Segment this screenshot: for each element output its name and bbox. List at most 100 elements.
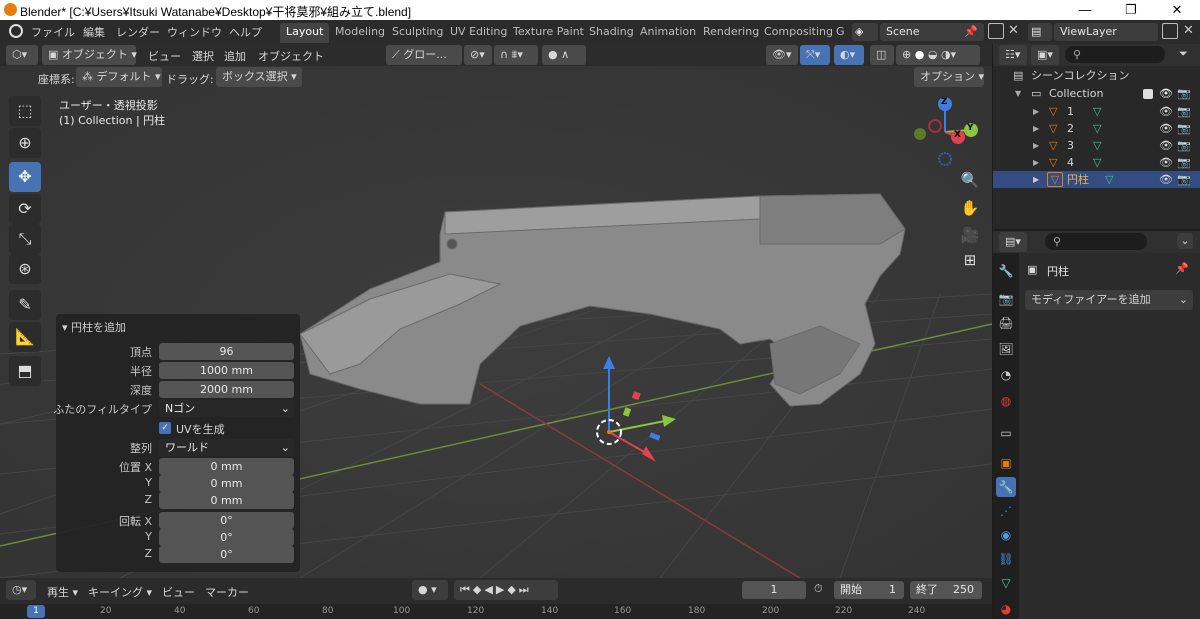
menu-add[interactable]: 追加 bbox=[224, 48, 246, 64]
generate-uv-checkbox[interactable]: ✓ bbox=[159, 422, 171, 434]
camera-view-icon[interactable]: 🎥 bbox=[958, 223, 982, 247]
output-tab-icon[interactable]: 🖨 bbox=[996, 313, 1016, 333]
timeline-view-menu[interactable]: ビュー bbox=[162, 584, 195, 600]
expand-chevron-icon[interactable]: ▶ bbox=[1033, 137, 1039, 154]
redo-panel-header[interactable]: ▾ 円柱を追加 bbox=[62, 319, 126, 335]
pivot-point-button[interactable]: ⊘▾ bbox=[464, 45, 492, 65]
menu-select[interactable]: 選択 bbox=[192, 48, 214, 64]
mode-dropdown[interactable]: ▣ オブジェクト ▾ bbox=[42, 45, 137, 65]
location-x-field[interactable]: 0 mm bbox=[159, 458, 294, 475]
data-tab-icon[interactable]: ▽ bbox=[996, 573, 1016, 593]
jump-start-icon[interactable]: ⏮ bbox=[460, 583, 473, 596]
new-scene-icon[interactable] bbox=[988, 23, 1004, 39]
camera-icon[interactable]: 📷 bbox=[1177, 137, 1191, 154]
solid-shading-icon[interactable]: ● bbox=[915, 48, 925, 61]
blender-menu-icon[interactable] bbox=[9, 24, 23, 38]
camera-icon[interactable]: 📷 bbox=[1177, 154, 1191, 171]
keying-menu[interactable]: キーイング ▾ bbox=[88, 584, 152, 600]
world-tab-icon[interactable]: ◍ bbox=[996, 391, 1016, 411]
expand-chevron-icon[interactable]: ▶ bbox=[1033, 103, 1039, 120]
playhead[interactable]: 1 bbox=[27, 605, 45, 618]
overlay-toggle-button[interactable]: ◐▾ bbox=[834, 45, 864, 65]
scene-tab-icon[interactable]: ◔ bbox=[996, 365, 1016, 385]
delete-scene-icon[interactable]: ✕ bbox=[1008, 23, 1019, 38]
expand-chevron-icon[interactable]: ▶ bbox=[1033, 120, 1039, 137]
outliner-search-input[interactable]: ⚲ bbox=[1065, 46, 1165, 63]
rotation-y-field[interactable]: 0° bbox=[159, 529, 294, 546]
gizmo-toggle-button[interactable]: ⤧▾ bbox=[800, 45, 830, 65]
align-dropdown[interactable]: ワールド ⌄ bbox=[159, 439, 294, 456]
eye-icon[interactable]: 👁 bbox=[1159, 154, 1173, 171]
jump-end-icon[interactable]: ⏭ bbox=[519, 583, 532, 596]
scene-name-field[interactable]: Scene 📌 bbox=[880, 23, 984, 41]
play-reverse-icon[interactable]: ◀ bbox=[484, 583, 495, 596]
viewlayer-browse-button[interactable]: ▤ bbox=[1028, 23, 1052, 41]
outliner-item[interactable]: ▶ ▽ 2 ▽ 👁 📷 bbox=[993, 120, 1200, 137]
pan-hand-icon[interactable]: ✋ bbox=[958, 196, 982, 220]
close-button[interactable]: ✕ bbox=[1154, 0, 1200, 20]
snap-button[interactable]: ∩ ⩩▾ bbox=[494, 45, 538, 65]
current-frame-field[interactable]: 1 bbox=[742, 581, 806, 599]
scene-collection-row[interactable]: ▤ シーンコレクション bbox=[993, 67, 1200, 84]
rotation-z-field[interactable]: 0° bbox=[159, 546, 294, 563]
tool-tab-icon[interactable]: 🔧 bbox=[996, 261, 1016, 281]
pin-icon[interactable]: 📌 bbox=[964, 23, 978, 41]
transform-orientation-dropdown[interactable]: ⟋ グロー... bbox=[386, 45, 462, 65]
redo-last-panel[interactable]: ▾ 円柱を追加 頂点 96 半径 1000 mm 深度 2000 mm ふたのフィルタ… bbox=[53, 314, 300, 572]
collection-row[interactable]: ▼ ▭ Collection 👁 📷 bbox=[993, 85, 1200, 102]
rotate-tool-icon[interactable]: ⟳ bbox=[9, 194, 41, 224]
transform-tool-icon[interactable]: ⊛ bbox=[9, 254, 41, 284]
play-icon[interactable]: ▶ bbox=[496, 583, 507, 596]
proportional-edit-button[interactable]: ● ∧ bbox=[542, 45, 586, 65]
eye-icon[interactable]: 👁 bbox=[1159, 120, 1173, 137]
material-tab-icon[interactable]: ◕ bbox=[996, 599, 1016, 619]
rendered-shading-icon[interactable]: ◑ bbox=[941, 48, 951, 61]
wireframe-shading-icon[interactable]: ⊕ bbox=[902, 48, 911, 61]
add-modifier-dropdown[interactable]: モディファイアーを追加 ⌄ bbox=[1025, 290, 1193, 310]
tab-texture-paint[interactable]: Texture Paint bbox=[507, 23, 590, 43]
eye-icon[interactable]: 👁 bbox=[1159, 137, 1173, 154]
properties-editor-type[interactable]: ▤▾ bbox=[999, 232, 1027, 252]
eye-icon[interactable]: 👁 bbox=[1159, 85, 1173, 102]
tab-animation[interactable]: Animation bbox=[634, 23, 702, 43]
menu-window[interactable]: ウィンドウ bbox=[167, 24, 222, 40]
pin-icon[interactable]: 📌 bbox=[1175, 262, 1189, 275]
chevron-down-icon[interactable]: ⌄ bbox=[1177, 233, 1193, 249]
collection-tab-icon[interactable]: ▭ bbox=[996, 423, 1016, 443]
radius-field[interactable]: 1000 mm bbox=[159, 362, 294, 379]
tab-shading[interactable]: Shading bbox=[583, 23, 640, 43]
camera-icon[interactable]: 📷 bbox=[1177, 103, 1191, 120]
collapse-chevron-icon[interactable]: ▾ bbox=[62, 321, 71, 334]
location-z-field[interactable]: 0 mm bbox=[159, 492, 294, 509]
rotation-x-field[interactable]: 0° bbox=[159, 512, 294, 529]
vertices-field[interactable]: 96 bbox=[159, 343, 294, 360]
eye-icon[interactable]: 👁 bbox=[1159, 103, 1173, 120]
move-tool-icon[interactable]: ✥ bbox=[9, 162, 41, 192]
menu-view[interactable]: ビュー bbox=[148, 48, 181, 64]
outliner-item[interactable]: ▶ ▽ 3 ▽ 👁 📷 bbox=[993, 137, 1200, 154]
maximize-button[interactable]: ❐ bbox=[1108, 0, 1154, 20]
camera-icon[interactable]: 📷 bbox=[1177, 85, 1191, 102]
add-cube-tool-icon[interactable]: ⬒ bbox=[9, 356, 41, 386]
constraints-tab-icon[interactable]: ⛓ bbox=[996, 549, 1016, 569]
camera-icon[interactable]: 📷 bbox=[1177, 120, 1191, 137]
select-tool-icon[interactable]: ⬚ bbox=[9, 96, 41, 126]
scale-tool-icon[interactable]: ⤡ bbox=[9, 224, 41, 254]
outliner-item[interactable]: ▶ ▽ 1 ▽ 👁 📷 bbox=[993, 103, 1200, 120]
end-frame-field[interactable]: 終了 250 bbox=[910, 581, 982, 599]
collection-checkbox[interactable] bbox=[1143, 89, 1153, 99]
expand-chevron-icon[interactable]: ▶ bbox=[1033, 154, 1039, 171]
menu-edit[interactable]: 編集 bbox=[83, 24, 105, 40]
delete-viewlayer-icon[interactable]: ✕ bbox=[1183, 23, 1194, 38]
physics-tab-icon[interactable]: ◉ bbox=[996, 525, 1016, 545]
tab-layout[interactable]: Layout bbox=[280, 23, 330, 43]
view-layer-tab-icon[interactable]: 🖼 bbox=[996, 339, 1016, 359]
filter-icon[interactable]: ⏷ bbox=[1179, 47, 1188, 61]
tab-more[interactable]: G bbox=[830, 23, 851, 43]
outliner-editor-type[interactable]: ☷▾ bbox=[999, 45, 1027, 65]
menu-render[interactable]: レンダー bbox=[116, 24, 160, 40]
expand-chevron-icon[interactable]: ▶ bbox=[1033, 171, 1039, 188]
visibility-button[interactable]: 👁▾ bbox=[766, 45, 798, 65]
timeline-editor-type[interactable]: ◷▾ bbox=[6, 580, 36, 600]
display-mode-button[interactable]: ▣▾ bbox=[1031, 45, 1059, 65]
